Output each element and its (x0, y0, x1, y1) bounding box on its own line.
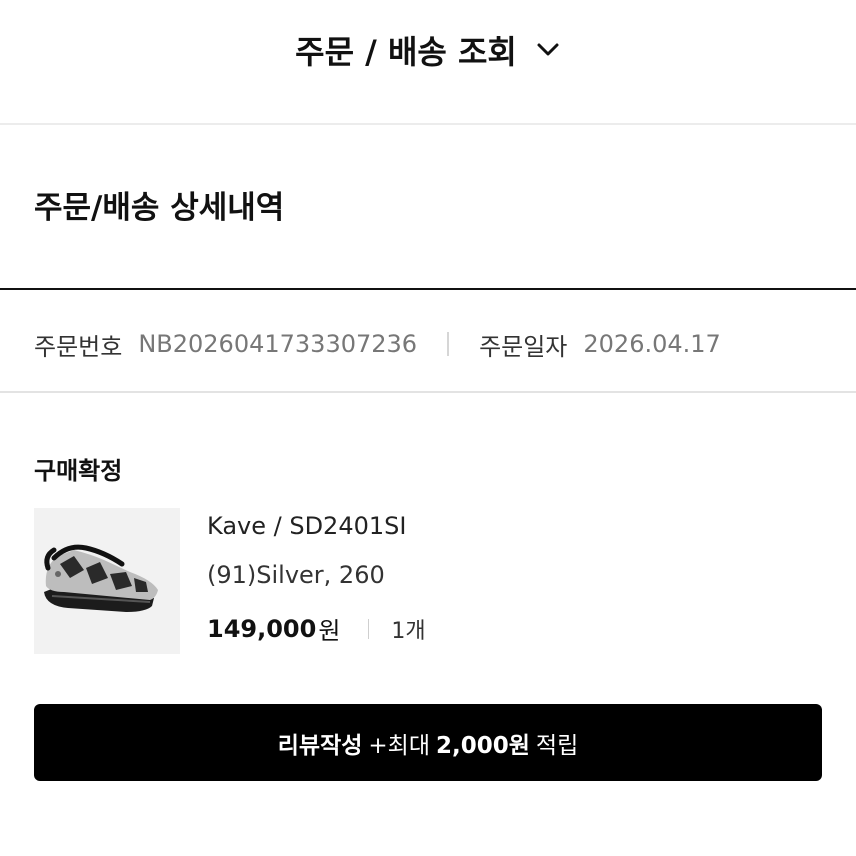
product-name[interactable]: Kave / SD2401SI (207, 512, 406, 540)
order-info-separator (447, 332, 450, 356)
chevron-down-icon[interactable] (535, 37, 561, 63)
product-option: (91)Silver, 260 (207, 561, 385, 589)
review-reward-amount: 2,000원 (435, 732, 530, 759)
sneaker-icon (44, 544, 158, 612)
order-number-value: NB2026041733307236 (138, 330, 418, 358)
page-header: 주문 / 배송 조회 (0, 0, 856, 100)
order-number-label: 주문번호 (34, 332, 123, 361)
section-title: 주문/배송 상세내역 (34, 190, 285, 226)
order-status: 구매확정 (34, 457, 123, 485)
order-info-row: 주문번호 NB2026041733307236 주문일자 2026.04.17 (34, 322, 721, 366)
product-currency: 원 (318, 617, 341, 645)
order-info-divider (0, 391, 856, 393)
price-quantity-separator (368, 618, 370, 639)
section-divider (0, 288, 856, 290)
order-detail-page: 주문 / 배송 조회 주문/배송 상세내역 주문번호 NB20260417333… (0, 0, 856, 856)
header-divider (0, 123, 856, 125)
review-button-label: 리뷰작성 (277, 732, 363, 759)
product-price-row: 149,000 원 1개 (207, 611, 426, 646)
review-reward-prefix: +최대 (368, 732, 430, 759)
review-reward-suffix: 적립 (535, 732, 579, 759)
product-quantity: 1개 (391, 618, 426, 644)
order-date-label: 주문일자 (479, 332, 568, 361)
order-date-value: 2026.04.17 (583, 330, 721, 358)
page-title: 주문 / 배송 조회 (295, 33, 517, 71)
product-price: 149,000 (207, 614, 317, 643)
product-thumbnail[interactable] (34, 508, 180, 654)
write-review-button[interactable]: 리뷰작성 +최대 2,000원 적립 (34, 704, 822, 781)
